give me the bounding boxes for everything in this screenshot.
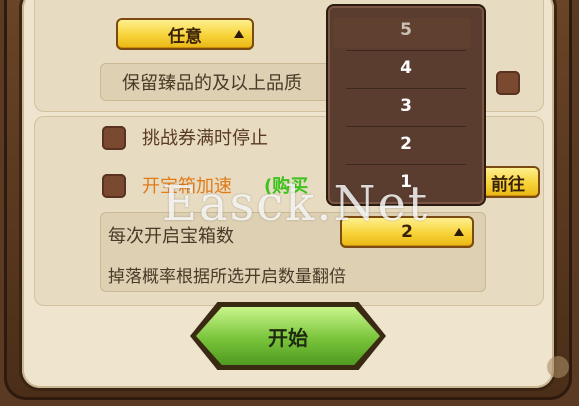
dropdown-divider <box>346 50 466 51</box>
triangle-up-icon <box>234 30 244 38</box>
start-button[interactable]: 开始 <box>196 307 380 365</box>
dropdown-divider <box>346 88 466 89</box>
chest-accel-checkbox[interactable] <box>102 174 126 198</box>
watermark: Easck.Net <box>162 176 430 232</box>
quality-dropdown[interactable]: 任意 <box>116 18 254 50</box>
start-button-label: 开始 <box>268 325 308 350</box>
keep-quality-label: 保留臻品的及以上品质 <box>122 73 302 94</box>
dropdown-divider <box>346 164 466 165</box>
dropdown-option-4[interactable]: 4 <box>338 52 474 84</box>
go-button[interactable]: 前往 <box>476 166 540 198</box>
dropdown-option-3[interactable]: 3 <box>338 90 474 122</box>
dropdown-divider <box>346 126 466 127</box>
dropdown-option-2[interactable]: 2 <box>338 128 474 160</box>
chest-count-note: 掉落概率根据所选开启数量翻倍 <box>108 267 346 287</box>
ticket-stop-checkbox[interactable] <box>102 126 126 150</box>
go-button-label: 前往 <box>491 174 525 195</box>
ticket-stop-label: 挑战券满时停止 <box>142 128 268 149</box>
corner-ornament <box>547 356 569 378</box>
dropdown-anchor-shadow <box>333 18 471 48</box>
keep-quality-checkbox[interactable] <box>496 71 520 95</box>
triangle-up-icon <box>454 228 464 236</box>
quality-dropdown-value: 任意 <box>168 26 202 47</box>
